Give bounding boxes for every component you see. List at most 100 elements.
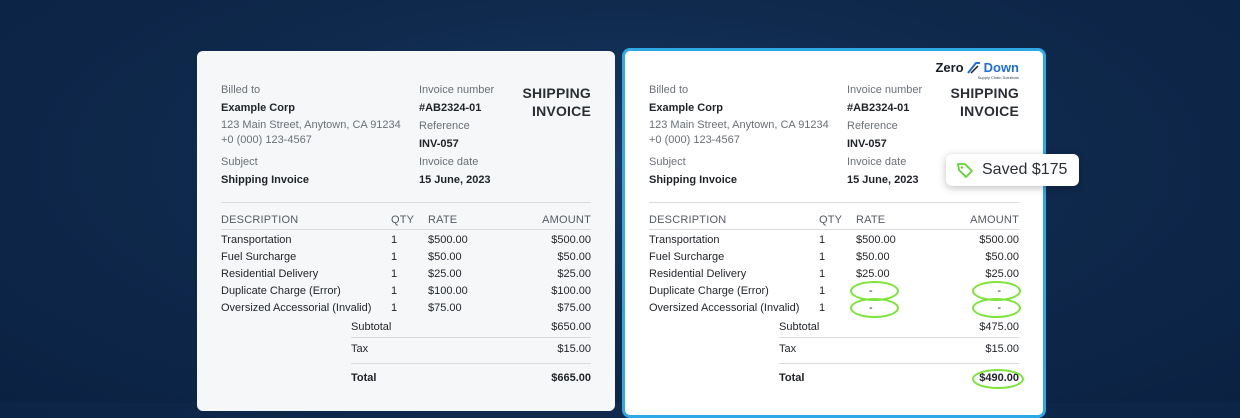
removed-rate-highlight — [850, 298, 899, 318]
logo-zero: Zero — [935, 60, 964, 75]
tax-value: $15.00 — [557, 343, 591, 355]
invoice-date: 15 June, 2023 — [419, 174, 491, 186]
invoice-number-label: Invoice number — [847, 84, 923, 96]
row-description: Fuel Surcharge — [221, 251, 297, 263]
row-qty: 1 — [391, 268, 398, 280]
row-qty: 1 — [391, 251, 398, 263]
row-amount: $500.00 — [551, 234, 591, 246]
row-qty: 1 — [391, 302, 398, 314]
phone: +0 (000) 123-4567 — [221, 134, 312, 146]
row-amount: $500.00 — [979, 234, 1019, 246]
row-qty: 1 — [391, 285, 398, 297]
subject-value: Shipping Invoice — [649, 174, 738, 186]
reference: INV-057 — [419, 138, 459, 150]
row-rate: $50.00 — [856, 251, 890, 263]
row-qty: 1 — [819, 285, 826, 297]
address: 123 Main Street, Anytown, CA 91234 — [649, 119, 829, 131]
row-description: Oversized Accessorial (Invalid) — [649, 302, 800, 314]
divider — [649, 202, 1019, 203]
row-rate: $500.00 — [856, 234, 896, 246]
invoice-number: #AB2324-01 — [847, 102, 910, 114]
invoice-date-label: Invoice date — [419, 156, 479, 168]
row-amount: $25.00 — [985, 268, 1019, 280]
billed-to-name: Example Corp — [221, 102, 295, 114]
savings-badge: Saved $175 — [946, 154, 1080, 186]
invoice-title: SHIPPING INVOICE — [522, 84, 591, 120]
audited-invoice-card: Zero Down Supply Chain Solutions Billed … — [622, 48, 1046, 418]
subject-label: Subject — [649, 156, 686, 168]
tag-icon — [957, 163, 973, 178]
row-amount: $50.00 — [557, 251, 591, 263]
subject-label: Subject — [221, 156, 258, 168]
row-description: Residential Delivery — [221, 268, 319, 280]
address: 123 Main Street, Anytown, CA 91234 — [221, 119, 401, 131]
divider — [779, 363, 1019, 364]
invoice-body: Billed to Example Corp 123 Main Street, … — [649, 84, 1019, 414]
col-qty-header: QTY — [819, 214, 843, 226]
tax-value: $15.00 — [985, 343, 1019, 355]
original-invoice-card: Billed to Example Corp 123 Main Street, … — [197, 51, 615, 411]
tax-label: Tax — [779, 343, 797, 355]
row-qty: 1 — [819, 268, 826, 280]
row-qty: 1 — [819, 251, 826, 263]
total-value: $665.00 — [551, 372, 591, 384]
total-label: Total — [779, 372, 805, 384]
row-qty: 1 — [819, 234, 826, 246]
row-rate: $25.00 — [856, 268, 890, 280]
subtotal-value: $475.00 — [979, 321, 1019, 333]
subject-value: Shipping Invoice — [221, 174, 310, 186]
divider — [779, 337, 1019, 338]
divider — [351, 363, 591, 364]
invoice-body: Billed to Example Corp 123 Main Street, … — [221, 84, 591, 414]
invoice-number-label: Invoice number — [419, 84, 495, 96]
row-amount: $25.00 — [557, 268, 591, 280]
total-label: Total — [351, 372, 377, 384]
reference: INV-057 — [847, 138, 887, 150]
invoice-number: #AB2324-01 — [419, 102, 482, 114]
reference-label: Reference — [419, 120, 470, 132]
subtotal-label: Subtotal — [351, 321, 392, 333]
billed-to-name: Example Corp — [649, 102, 723, 114]
subtotal-value: $650.00 — [551, 321, 591, 333]
row-amount: $75.00 — [557, 302, 591, 314]
phone: +0 (000) 123-4567 — [649, 134, 740, 146]
logo-down: Down — [983, 60, 1019, 75]
row-description: Fuel Surcharge — [649, 251, 725, 263]
zerodown-logo: Zero Down Supply Chain Solutions — [935, 60, 1019, 80]
row-qty: 1 — [391, 234, 398, 246]
col-amount-header: AMOUNT — [542, 214, 591, 226]
invoice-date-label: Invoice date — [847, 156, 907, 168]
subtotal-label: Subtotal — [779, 321, 820, 333]
divider — [221, 229, 591, 230]
col-qty-header: QTY — [391, 214, 415, 226]
background — [0, 0, 1240, 402]
invoice-title: SHIPPING INVOICE — [950, 84, 1019, 120]
col-description-header: DESCRIPTION — [649, 214, 727, 226]
row-rate: $100.00 — [428, 285, 468, 297]
col-rate-header: RATE — [856, 214, 886, 226]
divider — [221, 202, 591, 203]
col-rate-header: RATE — [428, 214, 458, 226]
row-rate: $75.00 — [428, 302, 462, 314]
invoice-date: 15 June, 2023 — [847, 174, 919, 186]
row-description: Duplicate Charge (Error) — [221, 285, 341, 297]
removed-amount-highlight — [972, 298, 1021, 318]
title-line-1: SHIPPING — [950, 85, 1019, 101]
col-description-header: DESCRIPTION — [221, 214, 299, 226]
billed-to-label: Billed to — [649, 84, 689, 96]
row-rate: $25.00 — [428, 268, 462, 280]
billed-to-label: Billed to — [221, 84, 261, 96]
row-description: Duplicate Charge (Error) — [649, 285, 769, 297]
tax-label: Tax — [351, 343, 369, 355]
total-highlight — [972, 369, 1024, 389]
divider — [351, 337, 591, 338]
reference-label: Reference — [847, 120, 898, 132]
row-amount: $100.00 — [551, 285, 591, 297]
col-amount-header: AMOUNT — [970, 214, 1019, 226]
row-description: Transportation — [221, 234, 292, 246]
row-amount: $50.00 — [985, 251, 1019, 263]
row-rate: $50.00 — [428, 251, 462, 263]
divider — [649, 229, 1019, 230]
logo-mark-icon — [966, 61, 980, 74]
row-description: Residential Delivery — [649, 268, 747, 280]
